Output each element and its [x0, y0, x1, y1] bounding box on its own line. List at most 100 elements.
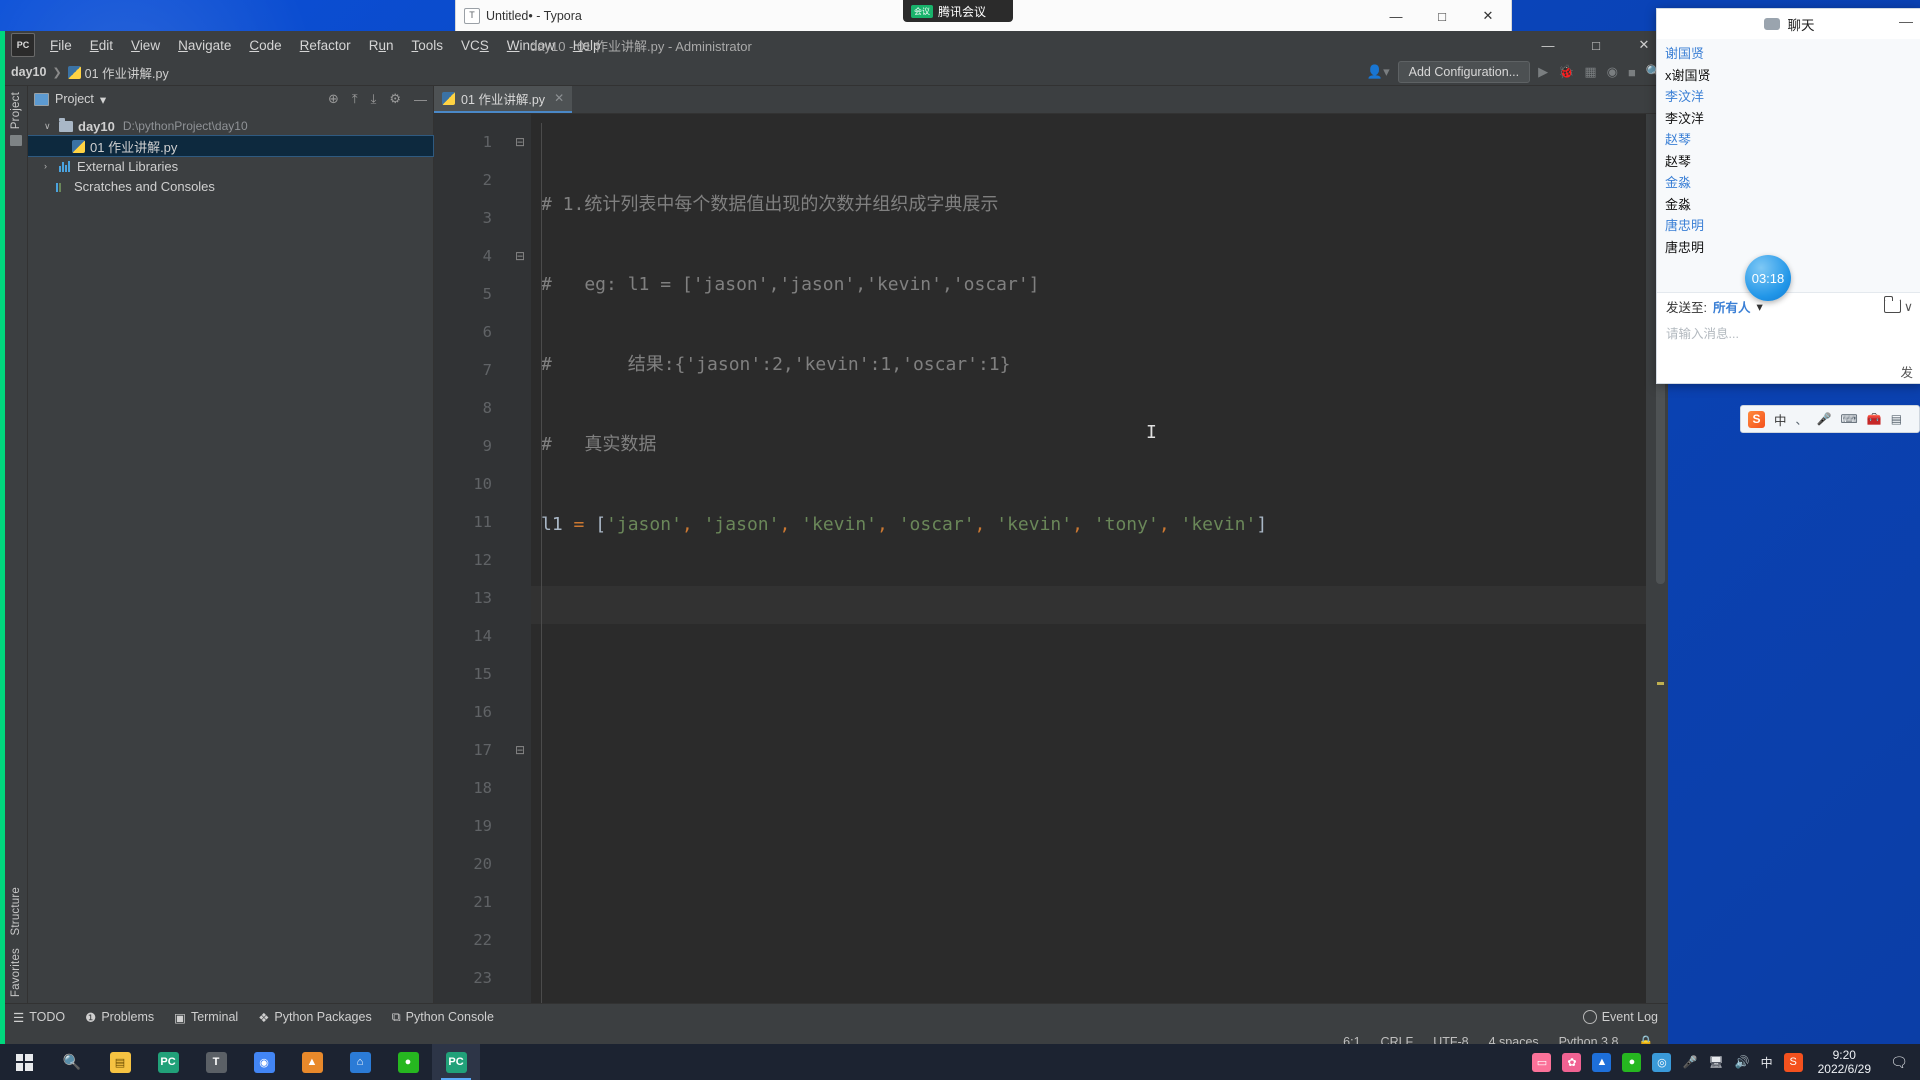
- breadcrumb-file[interactable]: 01 作业讲解.py: [67, 63, 169, 82]
- taskbar-app-chrome[interactable]: ◉: [240, 1044, 288, 1080]
- tree-item-scratches[interactable]: Scratches and Consoles: [28, 176, 433, 196]
- wechat-tray-icon[interactable]: ●: [1622, 1052, 1642, 1072]
- typora-close-button[interactable]: ✕: [1465, 1, 1511, 32]
- flower-icon[interactable]: ✿: [1562, 1052, 1582, 1072]
- tree-item-day10[interactable]: ∨ day10 D:\pythonProject\day10: [28, 116, 433, 136]
- tree-item-external-libraries[interactable]: › External Libraries: [28, 156, 433, 176]
- chevron-down-icon[interactable]: ∨: [1904, 299, 1913, 314]
- toolbox-icon[interactable]: 🧰: [1867, 412, 1882, 426]
- tool-button-python-console[interactable]: ⧉ Python Console: [392, 1010, 494, 1025]
- breadcrumb-project[interactable]: day10: [11, 65, 46, 79]
- code-editor[interactable]: 1 2 3 4 5 6 7 8 9 10 11 12 13 14 15 16 1: [434, 114, 1668, 1003]
- code-line-current[interactable]: [531, 586, 1646, 624]
- sidebar-item-favorites[interactable]: Favorites: [10, 948, 22, 997]
- event-log-button[interactable]: Event Log: [1582, 1010, 1658, 1024]
- sidebar-item-structure[interactable]: Structure: [10, 887, 22, 935]
- bilibili-icon[interactable]: ▭: [1532, 1052, 1552, 1072]
- tool-button-terminal[interactable]: ▣ Terminal: [174, 1010, 238, 1025]
- menu-item-file[interactable]: File: [41, 35, 81, 56]
- code-fold-gutter[interactable]: ⊟ ⊟ ⊟: [509, 114, 531, 1003]
- taskbar-search-button[interactable]: 🔍: [48, 1044, 96, 1080]
- coverage-button[interactable]: ▦: [1582, 64, 1598, 80]
- taskbar-clock[interactable]: 9:20 2022/6/29: [1814, 1048, 1875, 1076]
- network-icon[interactable]: 🖥: [1708, 1055, 1723, 1069]
- ime-lang-icon[interactable]: 中: [1761, 1054, 1773, 1071]
- tool-button-problems[interactable]: ❶ Problems: [85, 1010, 154, 1025]
- taskbar-app-pycharm[interactable]: PC: [144, 1044, 192, 1080]
- fold-marker[interactable]: ⊟: [509, 237, 531, 275]
- taskbar-app-wechat[interactable]: ●: [384, 1044, 432, 1080]
- pycharm-window[interactable]: PC File Edit View Navigate Code Refactor…: [0, 31, 1668, 1054]
- fold-marker[interactable]: ⊟: [509, 123, 531, 161]
- menu-item-run[interactable]: Run: [360, 35, 403, 56]
- chat-file-button[interactable]: ∨: [1883, 296, 1913, 314]
- chat-window[interactable]: 聊天 — 谢国贤 x谢国贤 李汶洋 李汶洋 赵琴 赵琴 金淼 金淼 唐忠明 唐忠…: [1656, 8, 1920, 384]
- project-panel-dropdown-icon[interactable]: ▾: [100, 92, 106, 107]
- sogou-ime-bar[interactable]: S 中 、 🎤 ⌨ 🧰 ▤: [1740, 405, 1920, 433]
- settings-gear-icon[interactable]: ⚙: [389, 91, 401, 107]
- profile-button[interactable]: ◉: [1605, 64, 1620, 80]
- chat-participant-list[interactable]: 谢国贤 x谢国贤 李汶洋 李汶洋 赵琴 赵琴 金淼 金淼 唐忠明 唐忠明: [1657, 39, 1920, 292]
- keyboard-icon[interactable]: ⌨: [1840, 412, 1857, 426]
- expand-all-icon[interactable]: ⤒: [352, 91, 358, 107]
- warning-marker[interactable]: [1657, 682, 1664, 685]
- chevron-right-icon[interactable]: ›: [44, 161, 54, 171]
- code-line[interactable]: # eg: l1 = ['jason','jason','kevin','osc…: [531, 266, 1646, 304]
- tab-01-homework-py[interactable]: 01 作业讲解.py ✕: [434, 85, 573, 113]
- code-line[interactable]: # 结果:{'jason':2,'kevin':1,'oscar':1}: [531, 346, 1646, 384]
- code-line[interactable]: [531, 986, 1646, 1003]
- code-line[interactable]: # 真实数据: [531, 426, 1646, 464]
- microphone-icon[interactable]: 🎤: [1682, 1055, 1697, 1069]
- tool-button-python-packages[interactable]: ❖ Python Packages: [258, 1010, 372, 1025]
- chat-message-input[interactable]: 请输入消息...: [1657, 319, 1920, 367]
- code-text-lines[interactable]: # 1.统计列表中每个数据值出现的次数并组织成字典展示 # eg: l1 = […: [531, 114, 1646, 1003]
- user-icon[interactable]: 👤▾: [1365, 64, 1392, 80]
- menu-item-edit[interactable]: Edit: [81, 35, 122, 56]
- pycharm-maximize-button[interactable]: □: [1572, 31, 1620, 59]
- code-line[interactable]: [531, 666, 1646, 704]
- taskbar-app-pycharm-active[interactable]: PC: [432, 1044, 480, 1080]
- typora-maximize-button[interactable]: □: [1419, 1, 1465, 32]
- apps-icon[interactable]: ▤: [1891, 412, 1902, 426]
- menu-item-view[interactable]: View: [122, 35, 169, 56]
- code-line[interactable]: # 1.统计列表中每个数据值出现的次数并组织成字典展示: [531, 186, 1646, 224]
- pycharm-minimize-button[interactable]: —: [1524, 31, 1572, 59]
- sidebar-item-project[interactable]: Project: [10, 92, 22, 129]
- tencent-meeting-pill[interactable]: 会议 腾讯会议: [903, 0, 1013, 22]
- sogou-tray-icon[interactable]: S: [1783, 1052, 1803, 1072]
- taskbar-app-vlc[interactable]: ▲: [288, 1044, 336, 1080]
- volume-icon[interactable]: 🔊: [1735, 1055, 1750, 1069]
- fold-marker[interactable]: ⊟: [509, 731, 531, 769]
- collapse-all-icon[interactable]: ⤓: [371, 91, 377, 107]
- start-button[interactable]: [0, 1044, 48, 1080]
- menu-item-code[interactable]: Code: [240, 35, 290, 56]
- chevron-down-icon[interactable]: ∨: [44, 121, 54, 132]
- mic-icon[interactable]: 🎤: [1817, 412, 1832, 426]
- send-to-caret-icon[interactable]: ▾: [1757, 299, 1763, 314]
- run-button[interactable]: ▶: [1536, 64, 1550, 80]
- ime-language-indicator[interactable]: 中: [1774, 410, 1787, 429]
- chat-minimize-button[interactable]: —: [1899, 13, 1913, 29]
- menu-item-refactor[interactable]: Refactor: [291, 35, 360, 56]
- stop-button[interactable]: ■: [1626, 65, 1638, 80]
- taskbar-app-typora[interactable]: T: [192, 1044, 240, 1080]
- pycharm-window-buttons[interactable]: — □ ✕: [1524, 31, 1668, 59]
- tool-button-todo[interactable]: ☰ TODO: [13, 1010, 65, 1025]
- meeting-timer-bubble[interactable]: 03:18: [1745, 255, 1791, 301]
- code-line[interactable]: l1 = ['jason', 'jason', 'kevin', 'oscar'…: [531, 506, 1646, 544]
- debug-button[interactable]: 🐞: [1556, 64, 1576, 80]
- onedrive-icon[interactable]: ▲: [1592, 1052, 1612, 1072]
- code-line[interactable]: [531, 906, 1646, 944]
- taskbar-app-tencent-meeting[interactable]: ⌂: [336, 1044, 384, 1080]
- sogou-logo-icon[interactable]: S: [1748, 410, 1765, 428]
- add-configuration-button[interactable]: Add Configuration...: [1397, 61, 1531, 83]
- menu-item-navigate[interactable]: Navigate: [169, 35, 240, 56]
- send-to-value[interactable]: 所有人: [1713, 297, 1751, 316]
- code-line[interactable]: [531, 826, 1646, 864]
- chat-send-button[interactable]: 发: [1900, 362, 1913, 381]
- notification-icon[interactable]: 🗨: [1886, 1049, 1912, 1075]
- typora-minimize-button[interactable]: —: [1373, 1, 1419, 32]
- menu-item-tools[interactable]: Tools: [402, 35, 452, 56]
- project-panel-title[interactable]: Project: [55, 92, 94, 106]
- locate-file-icon[interactable]: ⊕: [328, 91, 339, 107]
